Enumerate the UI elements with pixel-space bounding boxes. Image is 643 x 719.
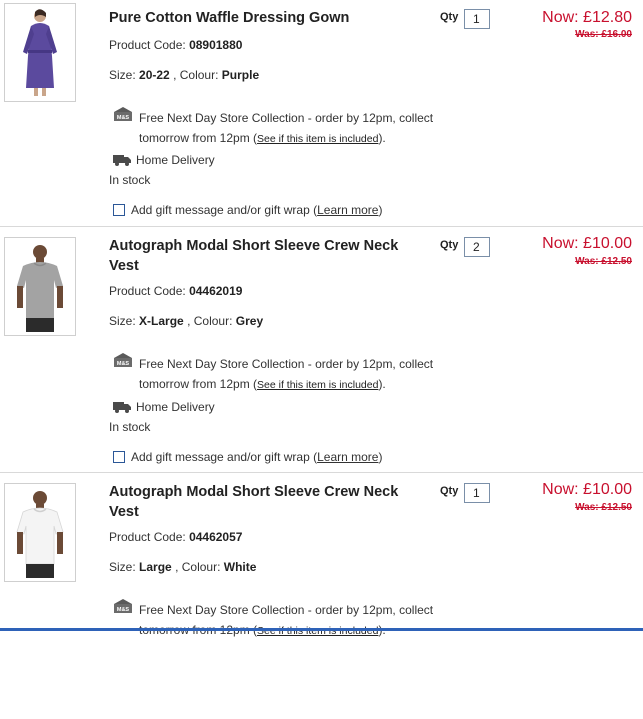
product-code-label: Product Code: [109,38,186,52]
gift-label: Add gift message and/or gift wrap ( [131,203,318,217]
product-code-label: Product Code: [109,530,186,544]
svg-text:M&S: M&S [117,361,130,367]
product-image[interactable] [4,3,76,102]
gift-option: Add gift message and/or gift wrap (Learn… [131,203,382,217]
was-price: Was: £16.00 [575,29,632,40]
product-title[interactable]: Autograph Modal Short Sleeve Crew Neck V… [109,236,429,276]
size-label: Size: [109,68,136,82]
gift-label-end: ) [378,450,383,464]
size-colour: Size: 20-22 , Colour: Purple [109,68,259,82]
size-value: Large [139,560,172,574]
product-title[interactable]: Pure Cotton Waffle Dressing Gown [109,8,429,28]
store-collection-text: Free Next Day Store Collection - order b… [139,600,459,641]
qty-label: Qty [440,11,459,23]
colour-value: Grey [235,314,264,328]
see-if-included-link[interactable]: See if this item is included [257,133,378,145]
now-price: Now: £10.00 [542,235,632,252]
size-colour: Size: X-Large , Colour: Grey [109,314,263,328]
learn-more-link[interactable]: Learn more [317,203,378,217]
product-image[interactable] [4,237,76,336]
basket-item: Autograph Modal Short Sleeve Crew Neck V… [0,226,643,473]
qty-input[interactable] [464,9,490,29]
gift-label-end: ) [378,203,383,217]
store-collection-text: Free Next Day Store Collection - order b… [139,354,459,395]
product-code: Product Code: 04462019 [109,284,242,298]
size-value: X-Large [139,314,184,328]
gift-checkbox[interactable] [113,451,125,463]
gift-option: Add gift message and/or gift wrap (Learn… [131,450,382,464]
now-price: Now: £10.00 [542,481,632,498]
svg-text:M&S: M&S [117,607,130,613]
was-price: Was: £12.50 [575,256,632,267]
colour-label: , Colour: [173,68,219,82]
product-code-value: 08901880 [189,38,243,52]
product-code-value: 04462019 [189,284,243,298]
svg-text:M&S: M&S [117,115,130,121]
colour-value: Purple [221,68,260,82]
qty-input[interactable] [464,237,490,257]
basket-item: Pure Cotton Waffle Dressing Gown Qty Now… [0,0,643,246]
ms-store-icon: M&S [113,353,133,367]
qty-input[interactable] [464,483,490,503]
size-value: 20-22 [139,68,170,82]
learn-more-link[interactable]: Learn more [317,450,378,464]
home-delivery: Home Delivery [136,400,215,414]
size-label: Size: [109,314,136,328]
gift-checkbox[interactable] [113,204,125,216]
stock-status: In stock [109,420,151,434]
product-code: Product Code: 08901880 [109,38,242,52]
store-collection-text: Free Next Day Store Collection - order b… [139,108,459,149]
size-label: Size: [109,560,136,574]
see-if-included-link[interactable]: See if this item is included [257,379,378,391]
colour-label: , Colour: [175,560,221,574]
qty-label: Qty [440,485,459,497]
gift-label: Add gift message and/or gift wrap ( [131,450,318,464]
delivery-truck-icon [113,400,131,413]
size-colour: Size: Large , Colour: White [109,560,256,574]
stock-status: In stock [109,173,151,187]
ms-store-icon: M&S [113,107,133,121]
was-price: Was: £12.50 [575,502,632,513]
basket-item: Autograph Modal Short Sleeve Crew Neck V… [0,472,643,719]
qty-label: Qty [440,239,459,251]
store-collection-end: ). [378,377,386,391]
product-code-label: Product Code: [109,284,186,298]
delivery-truck-icon [113,153,131,166]
product-image[interactable] [4,483,76,582]
product-code-value: 04462057 [189,530,243,544]
store-collection-end: ). [378,131,386,145]
now-price: Now: £12.80 [542,9,632,26]
home-delivery: Home Delivery [136,153,215,167]
colour-value: White [223,560,257,574]
see-if-included-link[interactable]: See if this item is included [257,625,378,637]
product-title[interactable]: Autograph Modal Short Sleeve Crew Neck V… [109,482,429,522]
colour-label: , Colour: [187,314,233,328]
ms-store-icon: M&S [113,599,133,613]
product-code: Product Code: 04462057 [109,530,242,544]
